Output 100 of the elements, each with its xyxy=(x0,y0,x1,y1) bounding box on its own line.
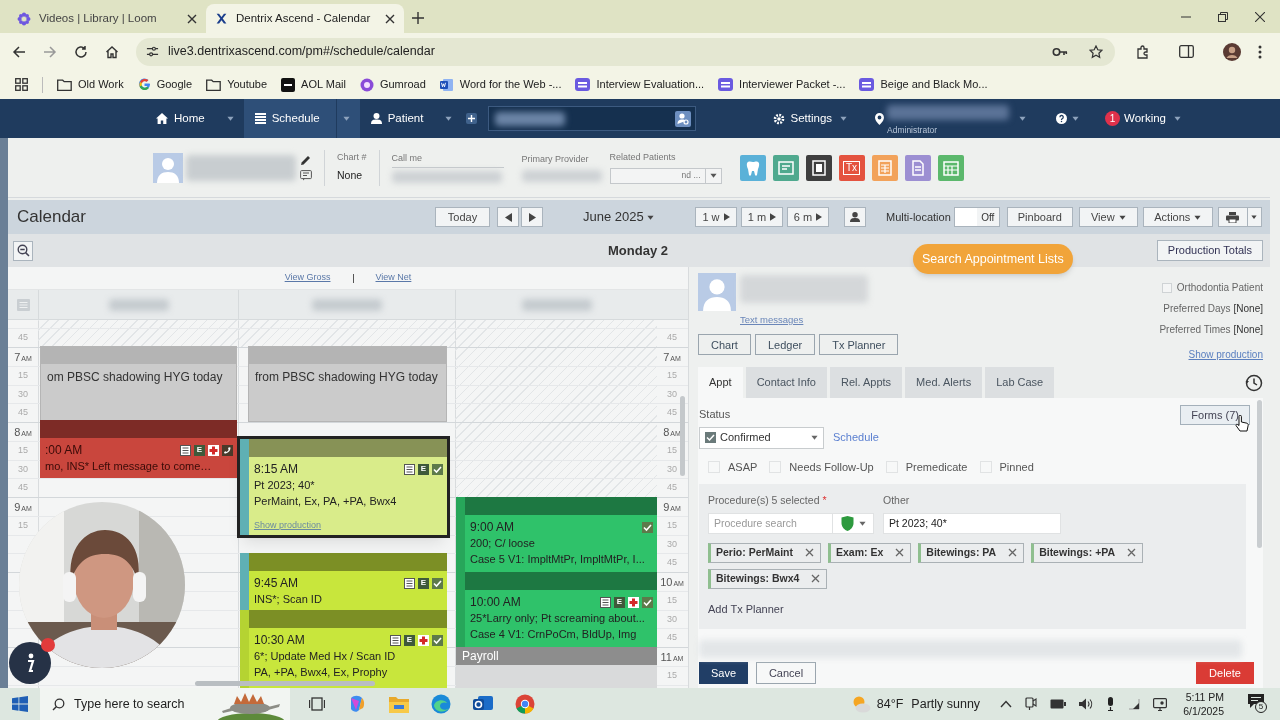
pinboard-button[interactable]: Pinboard xyxy=(1006,207,1073,227)
extensions-icon[interactable] xyxy=(1136,44,1150,59)
star-icon[interactable] xyxy=(1089,44,1103,59)
save-button[interactable]: Save xyxy=(699,662,748,685)
bookmark[interactable]: Beige and Black Mo... xyxy=(859,76,988,93)
treatment-tile[interactable]: Tx xyxy=(838,154,865,181)
clock[interactable]: 5:11 PM 6/1/2025 xyxy=(1183,690,1224,718)
help-icon[interactable] xyxy=(1056,113,1068,124)
close-icon[interactable] xyxy=(385,13,395,24)
procedure-chip[interactable]: Perio: PerMaint xyxy=(708,542,822,563)
add-tx-planner-link[interactable]: Add Tx Planner xyxy=(708,600,1237,618)
procedure-chip[interactable]: Exam: Ex xyxy=(828,542,912,563)
appointment-card[interactable]: :00 AM E mo, INS* Left message to come… xyxy=(40,420,237,478)
message-icon[interactable] xyxy=(300,169,312,181)
calendar-block[interactable]: om PBSC shadowing HYG today xyxy=(40,346,237,422)
forward-icon[interactable] xyxy=(43,44,57,59)
production-totals-button[interactable]: Production Totals xyxy=(1156,240,1263,261)
close-icon[interactable] xyxy=(1255,12,1265,22)
task-view-icon[interactable] xyxy=(309,697,325,711)
tab[interactable]: Appt xyxy=(698,367,743,398)
today-button[interactable]: Today xyxy=(435,207,490,227)
mail-app-icon[interactable] xyxy=(473,695,493,713)
view-net-link[interactable]: View Net xyxy=(375,271,412,285)
procedure-chip[interactable]: Bitewings: PA xyxy=(918,542,1025,563)
folder-icon[interactable] xyxy=(389,695,409,713)
bookmark[interactable]: AOL Mail xyxy=(281,76,346,93)
nav-tab[interactable]: Home xyxy=(145,99,244,138)
cancel-button[interactable]: Cancel xyxy=(756,662,816,685)
bookmark[interactable]: Youtube xyxy=(206,76,268,93)
browser-icon[interactable] xyxy=(431,694,451,714)
browser-tab[interactable]: Dentrix Ascend - Calendar xyxy=(206,4,404,33)
home-icon[interactable] xyxy=(105,44,119,59)
bookmark[interactable]: Interview Evaluation... xyxy=(575,76,705,93)
apps-icon[interactable] xyxy=(15,78,28,91)
checkbox[interactable] xyxy=(1161,282,1172,293)
bookmark[interactable]: Word for the Web -... xyxy=(439,76,562,93)
vertical-scrollbar[interactable] xyxy=(680,396,685,476)
chevron-up-icon[interactable] xyxy=(1000,700,1013,708)
menu-icon[interactable] xyxy=(1258,44,1262,59)
view-gross-link[interactable]: View Gross xyxy=(284,271,331,285)
nav-tab[interactable]: Patient xyxy=(359,99,463,138)
range-button[interactable]: 1 m xyxy=(741,207,783,227)
settings-menu[interactable]: Settings xyxy=(773,109,848,128)
procedure-search-field[interactable]: Procedure search xyxy=(708,512,833,534)
profile-avatar-icon[interactable] xyxy=(1223,42,1241,61)
patient-button[interactable]: Chart xyxy=(698,334,751,356)
vertical-scrollbar[interactable] xyxy=(1257,400,1262,548)
battery-icon[interactable] xyxy=(1050,699,1067,709)
delete-button[interactable]: Delete xyxy=(1196,662,1254,685)
month-picker[interactable]: June 2025 xyxy=(583,207,695,227)
bookmark[interactable]: Gumroad xyxy=(359,76,426,93)
related-patients-select[interactable]: nd ... xyxy=(609,167,722,184)
tab[interactable]: Rel. Appts xyxy=(829,367,903,398)
side-panel-icon[interactable] xyxy=(1179,45,1194,58)
history-icon[interactable] xyxy=(1245,374,1263,392)
weather-widget[interactable]: 84°F Partly sunny xyxy=(850,694,981,714)
close-icon[interactable] xyxy=(187,13,197,24)
reload-icon[interactable] xyxy=(74,44,88,59)
procedure-chip[interactable]: Bitewings: Bwx4 xyxy=(708,568,828,589)
forms-button[interactable]: Forms (7) xyxy=(1180,405,1250,425)
remove-icon[interactable] xyxy=(1008,548,1018,558)
previous-button[interactable] xyxy=(497,207,519,227)
bookmark[interactable]: Google xyxy=(137,76,193,93)
maximize-icon[interactable] xyxy=(1218,12,1228,22)
info-button[interactable] xyxy=(9,642,51,684)
provider-filter-button[interactable] xyxy=(833,512,874,534)
calendar-block[interactable]: from PBSC shadowing HYG today xyxy=(248,346,447,422)
range-button[interactable]: 1 w xyxy=(695,207,737,227)
patient-search-field[interactable] xyxy=(488,106,697,131)
other-field[interactable]: Pt 2023; 40* xyxy=(883,512,1061,534)
procedure-chip[interactable]: Bitewings: +PA xyxy=(1031,542,1144,563)
print-button[interactable] xyxy=(1217,207,1262,227)
status-menu[interactable]: 1 Working xyxy=(1105,109,1181,128)
new-tab-icon[interactable] xyxy=(412,12,424,24)
remove-icon[interactable] xyxy=(1127,548,1137,558)
bookmark[interactable]: Interviewer Packet -... xyxy=(718,76,846,93)
flag-checkbox[interactable]: ASAP xyxy=(708,458,758,475)
remove-icon[interactable] xyxy=(895,548,905,558)
schedule-link[interactable]: Schedule xyxy=(833,429,879,446)
range-button[interactable]: 6 m xyxy=(787,207,829,227)
view-button[interactable]: View xyxy=(1078,207,1138,227)
patient-button[interactable]: Tx Planner xyxy=(819,334,899,356)
show-production-link[interactable]: Show production xyxy=(1188,347,1263,362)
next-button[interactable] xyxy=(521,207,543,227)
meet-icon[interactable] xyxy=(1025,697,1038,711)
actions-button[interactable]: Actions xyxy=(1142,207,1213,227)
wifi-icon[interactable] xyxy=(1128,698,1141,710)
start-icon[interactable] xyxy=(12,696,28,712)
patient-button[interactable]: Ledger xyxy=(754,334,816,356)
flag-checkbox[interactable]: Pinned xyxy=(979,458,1034,475)
microphone-icon[interactable] xyxy=(1106,697,1116,711)
tab[interactable]: Lab Case xyxy=(985,367,1055,398)
tab[interactable]: Med. Alerts xyxy=(905,367,983,398)
multi-location-toggle[interactable]: Off xyxy=(953,207,1000,227)
nav-tab[interactable]: Schedule xyxy=(243,99,360,138)
notifications-button[interactable]: 5 xyxy=(1248,694,1266,714)
address-bar[interactable]: live3.dentrixascend.com/pm#/schedule/calendar xyxy=(136,37,1115,66)
orthodontia-checkbox[interactable]: Orthodontia Patient xyxy=(1161,280,1263,295)
bookmark[interactable]: Old Work xyxy=(57,76,124,93)
add-icon[interactable] xyxy=(466,113,478,124)
